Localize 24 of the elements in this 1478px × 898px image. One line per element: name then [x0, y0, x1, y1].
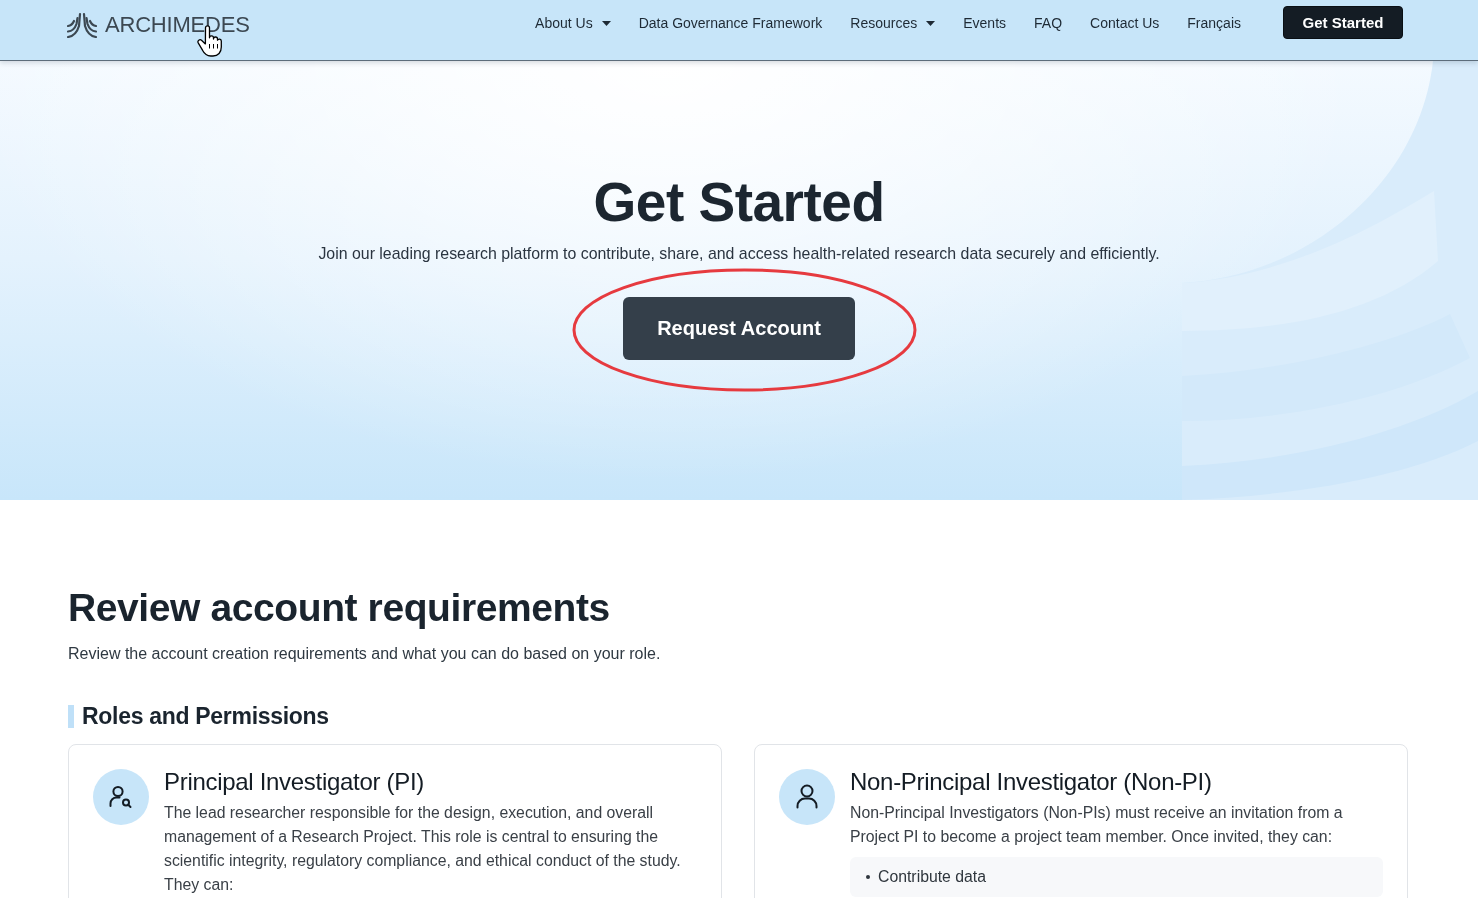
- section-subtitle: Review the account creation requirements and what you can do based on your role.: [68, 644, 662, 664]
- roles-heading: Roles and Permissions: [82, 702, 329, 730]
- hero-title: Get Started: [593, 170, 885, 235]
- role-description: Non-Principal Investigators (Non-PIs) must receive an invitation from a Project PI to become a project team member. Once invited, they can:: [850, 803, 1344, 847]
- nav-link[interactable]: Français: [1187, 15, 1241, 31]
- hero-subtitle: Join our leading research platform to contribute, share, and access health-related research data securely and efficiently.: [318, 244, 1160, 264]
- nav-link[interactable]: FAQ: [1034, 15, 1063, 31]
- logo-link[interactable]: ARCHIMEDES: [67, 11, 250, 38]
- role-title: Principal Investigator (PI): [164, 767, 425, 797]
- user-icon: [779, 769, 835, 825]
- role-description: The lead researcher responsible for the design, execution, and overall management of a Research Project. This role is central to ensuring the scientific integrity, regulatory compliance, and ethical conduct of the study. They can:: [164, 803, 682, 895]
- nav-link[interactable]: Resources: [850, 15, 936, 31]
- ability-text: Contribute data: [878, 867, 987, 887]
- role-title: Non-Principal Investigator (Non-PI): [850, 767, 1213, 797]
- nav-link[interactable]: Data Governance Framework: [638, 15, 823, 31]
- bullet-icon: [866, 875, 870, 879]
- request-account-button[interactable]: Request Account: [623, 297, 855, 360]
- nav-link[interactable]: Events: [963, 15, 1007, 31]
- section-title: Review account requirements: [68, 585, 611, 631]
- logo-mark-icon: [67, 11, 97, 38]
- nav-link[interactable]: About Us: [535, 15, 611, 31]
- nav-link[interactable]: Contact Us: [1090, 15, 1160, 31]
- user-search-icon: [93, 769, 149, 825]
- get-started-button[interactable]: Get Started: [1283, 6, 1403, 39]
